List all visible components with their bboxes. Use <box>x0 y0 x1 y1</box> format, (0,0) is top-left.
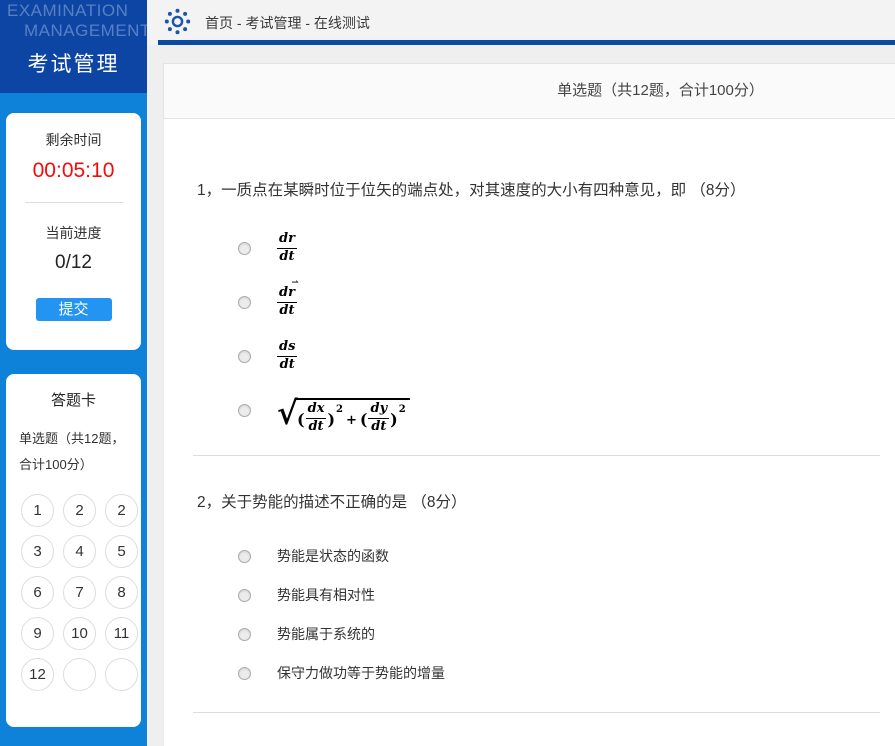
progress-label: 当前进度 <box>6 223 141 243</box>
question-2-option-d: 保守力做功等于势能的增量 <box>238 663 445 683</box>
question-2-option-a: 势能是状态的函数 <box>238 546 389 566</box>
question-circle-2[interactable]: 2 <box>63 494 96 527</box>
answer-card-subtitle-line1: 单选题（共12题， <box>19 426 141 452</box>
question-circle-7[interactable]: 7 <box>63 576 96 609</box>
section-header-panel: 单选题（共12题，合计100分） <box>163 63 895 119</box>
question-circle-4[interactable]: 4 <box>63 535 96 568</box>
formula-dr-vector-dt: dr⇀ dt <box>277 286 297 319</box>
question-2-text: 2，关于势能的描述不正确的是 （8分） <box>197 490 467 512</box>
sun-icon <box>164 8 191 35</box>
formula-sqrt-dxdt2-dydt2: √ ( dx dt ) 2 + ( dy dt ) 2 <box>277 392 410 429</box>
question-1-option-d: √ ( dx dt ) 2 + ( dy dt ) 2 <box>238 390 410 430</box>
progress-value: 0/12 <box>6 252 141 274</box>
question-number-grid: 1 2 2 3 4 5 6 7 8 9 10 11 12 <box>6 478 141 691</box>
radio-button[interactable] <box>238 667 251 680</box>
question-circle-8[interactable]: 8 <box>105 576 138 609</box>
question-1-option-b: dr⇀ dt <box>238 282 297 322</box>
question-1-text: 1，一质点在某瞬时位于位矢的端点处，对其速度的大小有四种意见，即 （8分） <box>197 178 746 200</box>
brand-line1: EXAMINATION <box>7 1 147 21</box>
sidebar: EXAMINATION MANAGEMENT 考试管理 剩余时间 00:05:1… <box>0 0 147 746</box>
submit-button[interactable]: 提交 <box>36 298 112 321</box>
sidebar-header: EXAMINATION MANAGEMENT 考试管理 <box>0 0 147 93</box>
radio-button[interactable] <box>238 350 251 363</box>
question-circle-2b[interactable]: 2 <box>105 494 138 527</box>
question-2-option-b: 势能具有相对性 <box>238 585 375 605</box>
topbar-underline <box>158 40 895 45</box>
question-circle-10[interactable]: 10 <box>63 617 96 650</box>
radio-button[interactable] <box>238 628 251 641</box>
question-circle-6[interactable]: 6 <box>21 576 54 609</box>
question-2-option-c: 势能属于系统的 <box>238 624 375 644</box>
remaining-time-value: 00:05:10 <box>6 159 141 183</box>
answer-card-subtitle: 单选题（共12题， 合计100分） <box>19 426 141 478</box>
question-divider <box>193 712 880 713</box>
divider <box>25 202 123 203</box>
formula-ds-dt: ds dt <box>277 340 297 373</box>
question-1-option-c: ds dt <box>238 336 297 376</box>
section-header-title: 单选题（共12题，合计100分） <box>164 64 895 118</box>
radio-button[interactable] <box>238 550 251 563</box>
exam-status-card: 剩余时间 00:05:10 当前进度 0/12 提交 <box>6 113 141 350</box>
radio-button[interactable] <box>238 404 251 417</box>
question-circle-11[interactable]: 11 <box>105 617 138 650</box>
answer-card-subtitle-line2: 合计100分） <box>19 452 141 478</box>
formula-dr-dt: dr dt <box>277 232 297 265</box>
question-circle-empty-1 <box>63 658 96 691</box>
remaining-time-label: 剩余时间 <box>6 113 141 150</box>
app-title: 考试管理 <box>0 48 147 78</box>
breadcrumb[interactable]: 首页 - 考试管理 - 在线测试 <box>205 13 370 33</box>
question-circle-3[interactable]: 3 <box>21 535 54 568</box>
brand-line2: MANAGEMENT <box>7 21 147 41</box>
question-1-option-a: dr dt <box>238 228 297 268</box>
question-circle-9[interactable]: 9 <box>21 617 54 650</box>
topbar: 首页 - 考试管理 - 在线测试 <box>147 0 895 45</box>
question-divider <box>193 455 880 456</box>
question-circle-12[interactable]: 12 <box>21 658 54 691</box>
radio-button[interactable] <box>238 242 251 255</box>
question-circle-5[interactable]: 5 <box>105 535 138 568</box>
question-content-area: 1，一质点在某瞬时位于位矢的端点处，对其速度的大小有四种意见，即 （8分） dr… <box>163 119 895 746</box>
radio-button[interactable] <box>238 296 251 309</box>
answer-card: 答题卡 单选题（共12题， 合计100分） 1 2 2 3 4 5 6 7 8 … <box>6 374 141 727</box>
answer-card-title: 答题卡 <box>6 374 141 410</box>
question-circle-1[interactable]: 1 <box>21 494 54 527</box>
vector-arrow: ⇀ <box>291 278 299 288</box>
question-circle-empty-2 <box>105 658 138 691</box>
brand-logo: EXAMINATION MANAGEMENT <box>0 0 147 41</box>
radio-button[interactable] <box>238 589 251 602</box>
